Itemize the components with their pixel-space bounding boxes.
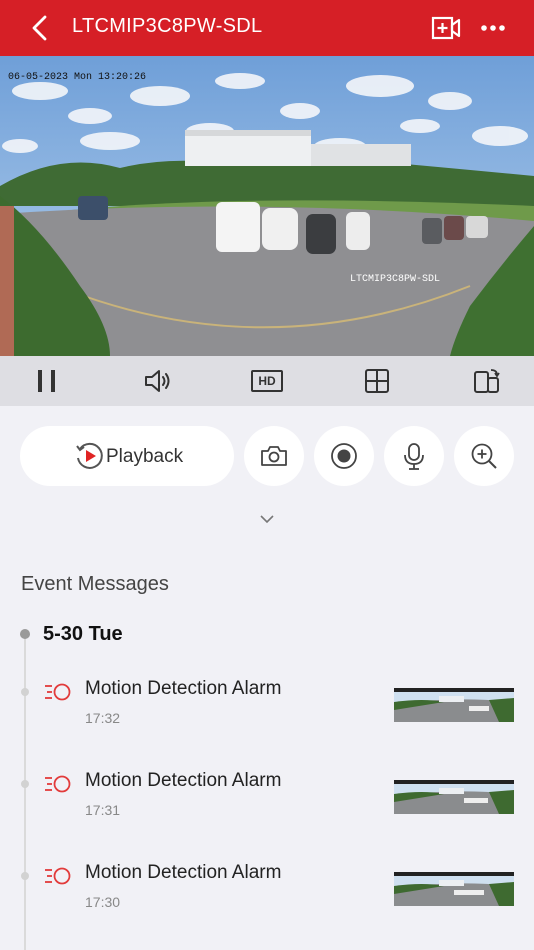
timeline-dot <box>21 872 29 880</box>
event-item[interactable]: Motion Detection Alarm 17:30 <box>0 862 534 932</box>
more-icon[interactable] <box>480 18 506 38</box>
event-messages-title: Event Messages <box>21 573 169 595</box>
playback-icon <box>76 442 103 469</box>
event-thumbnail[interactable] <box>394 688 514 722</box>
speaker-icon[interactable] <box>142 365 174 397</box>
playback-label: Playback <box>106 446 184 467</box>
rotate-device-icon[interactable] <box>470 365 502 397</box>
event-thumbnail[interactable] <box>394 780 514 814</box>
event-item[interactable]: Motion Detection Alarm 17:31 <box>0 770 534 840</box>
event-time: 17:30 <box>85 894 121 910</box>
event-date: 5-30 Tue <box>43 623 123 645</box>
playback-toolbar: HD <box>0 356 534 406</box>
motion-alarm-icon <box>45 867 71 885</box>
snapshot-button[interactable] <box>244 426 304 486</box>
device-title: LTCMIP3C8PW-SDL <box>72 15 263 37</box>
osd-timestamp: 06-05-2023 Mon 13:20:26 <box>8 72 147 83</box>
record-icon <box>331 443 357 469</box>
grid-icon[interactable] <box>361 365 393 397</box>
event-time: 17:32 <box>85 710 121 726</box>
event-name: Motion Detection Alarm <box>85 862 282 883</box>
event-time: 17:31 <box>85 802 121 818</box>
playback-button[interactable]: Playback <box>20 426 234 486</box>
zoom-button[interactable] <box>454 426 514 486</box>
event-thumbnail[interactable] <box>394 872 514 906</box>
osd-camera-name: LTCMIP3C8PW-SDL <box>350 274 441 285</box>
timeline-dot <box>21 780 29 788</box>
event-name: Motion Detection Alarm <box>85 770 282 791</box>
chevron-down-icon[interactable] <box>258 512 276 526</box>
date-dot <box>20 629 30 639</box>
motion-alarm-icon <box>45 775 71 793</box>
camera-icon <box>261 446 287 466</box>
motion-alarm-icon <box>45 683 71 701</box>
zoom-in-icon <box>471 443 497 469</box>
app-header: LTCMIP3C8PW-SDL <box>0 0 534 56</box>
event-item[interactable]: Motion Detection Alarm 17:32 <box>0 678 534 748</box>
event-name: Motion Detection Alarm <box>85 678 282 699</box>
talk-button[interactable] <box>384 426 444 486</box>
live-video-view[interactable]: 06-05-2023 Mon 13:20:26 LTCMIP3C8PW-SDL <box>0 56 534 356</box>
hd-quality-button[interactable]: HD <box>251 370 283 392</box>
microphone-icon <box>404 443 424 470</box>
timeline-dot <box>21 688 29 696</box>
chevron-left-icon[interactable] <box>28 14 52 42</box>
video-add-icon[interactable] <box>431 15 461 41</box>
record-button[interactable] <box>314 426 374 486</box>
pause-icon[interactable] <box>31 365 63 397</box>
camera-feed-image <box>0 56 534 356</box>
